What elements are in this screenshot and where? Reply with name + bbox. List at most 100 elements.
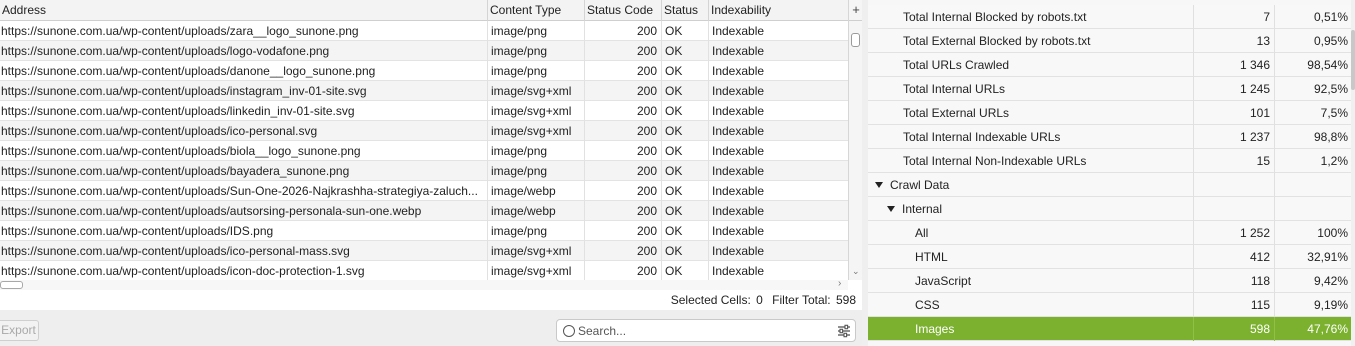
cell-indexability[interactable]: Indexable [709,201,848,221]
cell-content-type[interactable]: image/svg+xml [488,241,585,261]
overview-row[interactable]: Internal [868,197,1355,221]
cell-address[interactable]: https://sunone.com.ua/wp-content/uploads… [0,21,488,41]
cell-status[interactable]: OK [662,101,709,121]
overview-row[interactable]: All 1 252 100% [868,221,1355,245]
table-row[interactable]: https://sunone.com.ua/wp-content/uploads… [0,61,848,81]
cell-indexability[interactable]: Indexable [709,161,848,181]
cell-indexability[interactable]: Indexable [709,241,848,261]
cell-content-type[interactable]: image/svg+xml [488,101,585,121]
table-row[interactable]: https://sunone.com.ua/wp-content/uploads… [0,161,848,181]
overview-scroll-thumb[interactable] [1351,30,1355,90]
cell-status-code[interactable]: 200 [585,21,662,41]
column-header-address[interactable]: Address [0,0,488,21]
cell-indexability[interactable]: Indexable [709,181,848,201]
column-header-status[interactable]: Status [662,0,709,21]
horizontal-scroll-thumb[interactable] [0,281,23,289]
cell-status[interactable]: OK [662,141,709,161]
vertical-scrollbar[interactable]: + ⌄ [848,0,863,280]
vertical-scroll-thumb[interactable] [851,33,860,47]
cell-status[interactable]: OK [662,161,709,181]
cell-status-code[interactable]: 200 [585,81,662,101]
expand-triangle-icon[interactable] [887,205,895,212]
cell-indexability[interactable]: Indexable [709,41,848,61]
table-row[interactable]: https://sunone.com.ua/wp-content/uploads… [0,81,848,101]
cell-status[interactable]: OK [662,241,709,261]
overview-row[interactable]: Total Internal URLs 1 245 92,5% [868,77,1355,101]
scroll-right-icon[interactable]: › [838,278,841,289]
overview-row[interactable]: Total External Blocked by robots.txt 13 0,… [868,29,1355,53]
table-row[interactable]: https://sunone.com.ua/wp-content/uploads… [0,121,848,141]
cell-status-code[interactable]: 200 [585,201,662,221]
cell-indexability[interactable]: Indexable [709,21,848,41]
horizontal-scrollbar[interactable]: › [0,278,848,290]
cell-status[interactable]: OK [662,261,709,280]
column-header-content-type[interactable]: Content Type [488,0,585,21]
overview-row[interactable]: CSS 115 9,19% [868,293,1355,317]
cell-address[interactable]: https://sunone.com.ua/wp-content/uploads… [0,201,488,221]
search-input[interactable] [578,321,828,340]
cell-status-code[interactable]: 200 [585,221,662,241]
cell-status-code[interactable]: 200 [585,261,662,280]
table-row[interactable]: https://sunone.com.ua/wp-content/uploads… [0,141,848,161]
cell-status[interactable]: OK [662,61,709,81]
cell-indexability[interactable]: Indexable [709,61,848,81]
cell-status[interactable]: OK [662,181,709,201]
overview-row[interactable]: HTML 412 32,91% [868,245,1355,269]
table-row[interactable]: https://sunone.com.ua/wp-content/uploads… [0,221,848,241]
cell-status[interactable]: OK [662,121,709,141]
column-header-indexability[interactable]: Indexability [709,0,848,21]
cell-content-type[interactable]: image/webp [488,201,585,221]
scroll-down-icon[interactable]: ⌄ [852,266,860,277]
cell-status[interactable]: OK [662,201,709,221]
cell-address[interactable]: https://sunone.com.ua/wp-content/uploads… [0,161,488,181]
cell-address[interactable]: https://sunone.com.ua/wp-content/uploads… [0,101,488,121]
cell-address[interactable]: https://sunone.com.ua/wp-content/uploads… [0,81,488,101]
column-header-status-code[interactable]: Status Code [585,0,662,21]
overview-scrollbar[interactable] [1351,0,1355,346]
cell-status-code[interactable]: 200 [585,121,662,141]
table-row[interactable]: https://sunone.com.ua/wp-content/uploads… [0,181,848,201]
cell-content-type[interactable]: image/svg+xml [488,121,585,141]
cell-content-type[interactable]: image/svg+xml [488,261,585,280]
table-row[interactable]: https://sunone.com.ua/wp-content/uploads… [0,201,848,221]
cell-status[interactable]: OK [662,21,709,41]
overview-row[interactable]: Crawl Data [868,173,1355,197]
overview-row[interactable]: Total Internal Non-Indexable URLs 15 1,2% [868,149,1355,173]
overview-row[interactable]: Images 598 47,76% [868,317,1355,341]
cell-content-type[interactable]: image/svg+xml [488,81,585,101]
add-column-icon[interactable]: + [849,0,863,21]
table-row[interactable]: https://sunone.com.ua/wp-content/uploads… [0,41,848,61]
cell-address[interactable]: https://sunone.com.ua/wp-content/uploads… [0,181,488,201]
cell-status-code[interactable]: 200 [585,41,662,61]
cell-address[interactable]: https://sunone.com.ua/wp-content/uploads… [0,121,488,141]
cell-status-code[interactable]: 200 [585,241,662,261]
cell-status-code[interactable]: 200 [585,181,662,201]
overview-row[interactable]: JavaScript 118 9,42% [868,269,1355,293]
cell-indexability[interactable]: Indexable [709,141,848,161]
cell-content-type[interactable]: image/png [488,61,585,81]
cell-indexability[interactable]: Indexable [709,81,848,101]
cell-indexability[interactable]: Indexable [709,221,848,241]
expand-triangle-icon[interactable] [875,181,883,188]
cell-status-code[interactable]: 200 [585,141,662,161]
overview-row[interactable]: Total Internal Blocked by robots.txt 7 0,5… [868,5,1355,29]
cell-status[interactable]: OK [662,221,709,241]
cell-address[interactable]: https://sunone.com.ua/wp-content/uploads… [0,141,488,161]
table-row[interactable]: https://sunone.com.ua/wp-content/uploads… [0,21,848,41]
cell-content-type[interactable]: image/png [488,141,585,161]
cell-indexability[interactable]: Indexable [709,121,848,141]
cell-content-type[interactable]: image/png [488,161,585,181]
overview-row[interactable]: Total External URLs 101 7,5% [868,101,1355,125]
cell-status[interactable]: OK [662,41,709,61]
cell-address[interactable]: https://sunone.com.ua/wp-content/uploads… [0,261,488,280]
cell-indexability[interactable]: Indexable [709,261,848,280]
cell-status-code[interactable]: 200 [585,161,662,181]
cell-content-type[interactable]: image/png [488,221,585,241]
table-row[interactable]: https://sunone.com.ua/wp-content/uploads… [0,101,848,121]
cell-content-type[interactable]: image/webp [488,181,585,201]
export-button[interactable]: Export [0,320,39,341]
cell-address[interactable]: https://sunone.com.ua/wp-content/uploads… [0,241,488,261]
cell-address[interactable]: https://sunone.com.ua/wp-content/uploads… [0,221,488,241]
overview-row[interactable]: Total Internal Indexable URLs 1 237 98,8% [868,125,1355,149]
cell-content-type[interactable]: image/png [488,41,585,61]
